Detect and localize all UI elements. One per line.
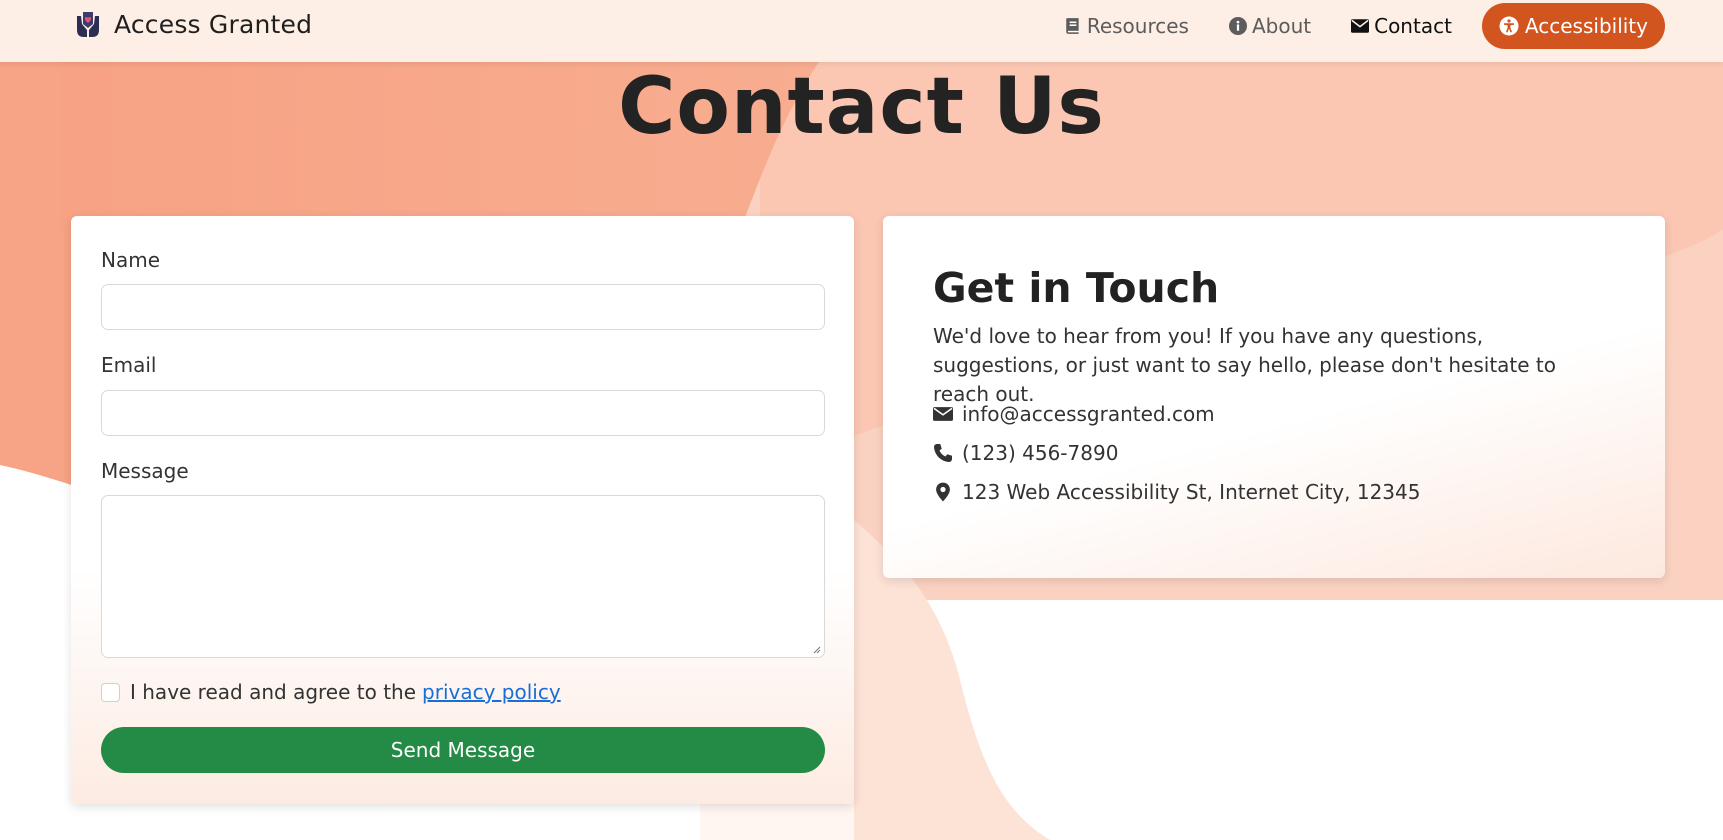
accessibility-label: Accessibility: [1524, 14, 1648, 38]
nav-item-resources[interactable]: Resources: [1064, 14, 1189, 38]
main-nav: Resources About Contact Accessibility: [1024, 3, 1665, 49]
info-address: 123 Web Accessibility St, Internet City,…: [933, 480, 1420, 504]
name-label: Name: [101, 248, 161, 272]
map-pin-icon: [936, 482, 950, 502]
brand-name: Access Granted: [114, 9, 313, 39]
info-text: We'd love to hear from you! If you have …: [933, 324, 1556, 406]
accessibility-icon: [1499, 16, 1519, 36]
phone-icon: [934, 444, 952, 462]
hands-heart-logo-icon: [72, 8, 104, 40]
nav-label-contact: Contact: [1374, 14, 1452, 38]
message-label: Message: [101, 459, 189, 483]
envelope-icon: [1351, 19, 1370, 33]
contact-info-card: Get in Touch We'd love to hear from you!…: [883, 216, 1665, 578]
send-message-button[interactable]: Send Message: [101, 727, 825, 773]
nav-label-about: About: [1251, 14, 1312, 38]
info-email-text: info@accessgranted.com: [962, 402, 1215, 426]
privacy-agreement: I have read and agree to the privacy pol…: [101, 680, 561, 704]
info-email: info@accessgranted.com: [933, 402, 1215, 426]
email-input[interactable]: [101, 390, 825, 436]
info-phone: (123) 456-7890: [933, 441, 1118, 465]
brand-link[interactable]: Access Granted: [70, 4, 312, 44]
envelope-icon: [933, 407, 953, 421]
name-input[interactable]: [101, 284, 825, 330]
info-title: Get in Touch: [933, 264, 1220, 312]
info-icon: [1228, 17, 1247, 35]
nav-item-about[interactable]: About: [1228, 14, 1312, 38]
accessibility-button[interactable]: Accessibility: [1481, 3, 1665, 49]
privacy-checkbox[interactable]: [101, 682, 120, 702]
contact-form-card: Name Email Message I have read and agree…: [71, 216, 854, 804]
book-icon: [1066, 18, 1079, 34]
message-textarea[interactable]: [101, 495, 825, 658]
nav-label-resources: Resources: [1086, 14, 1189, 38]
nav-item-contact[interactable]: Contact: [1351, 14, 1452, 38]
email-label: Email: [101, 353, 157, 377]
navbar: Access Granted Resources About Contact A…: [0, 0, 1723, 62]
page-title: Contact Us: [618, 62, 1105, 152]
info-address-text: 123 Web Accessibility St, Internet City,…: [962, 480, 1421, 504]
privacy-policy-link[interactable]: privacy policy: [422, 680, 561, 704]
info-phone-text: (123) 456-7890: [962, 441, 1119, 465]
resize-grip-icon[interactable]: [811, 644, 821, 654]
agree-text: I have read and agree to the: [130, 680, 417, 704]
